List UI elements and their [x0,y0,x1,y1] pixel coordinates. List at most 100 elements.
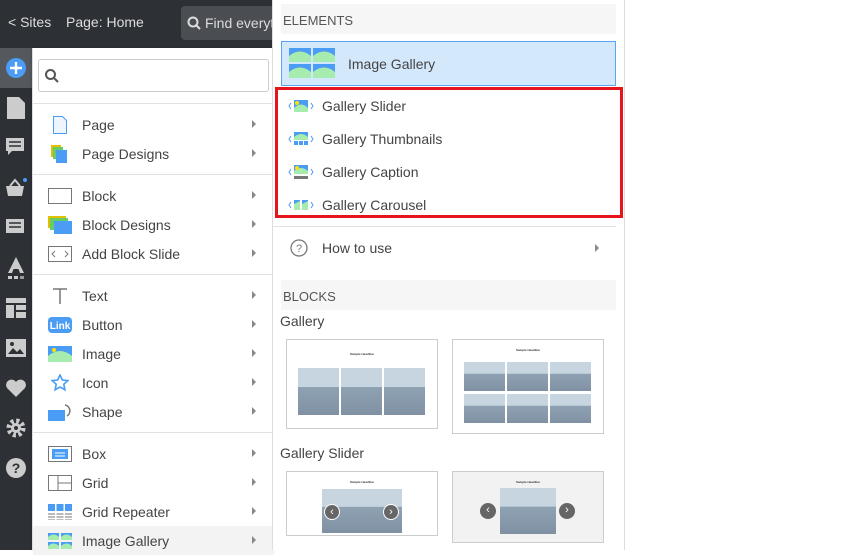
block-thumb-gallery-3[interactable]: Sample Headline [286,339,438,429]
block-thumb-slider-1[interactable]: Sample Headline ‹ › [286,471,438,536]
menu-item-block-designs[interactable]: Block Designs [33,210,274,239]
menu-item-label: Shape [82,403,123,420]
gear-icon[interactable] [4,416,28,440]
sample-headline: Sample Headline [349,352,374,356]
elements-header: ELEMENTS [281,4,616,34]
image-gallery-icon [48,532,72,549]
menu-item-label: Image Gallery [82,532,170,549]
menu-item-label: Icon [82,374,109,391]
top-bar: < Sites Page: Home Find everything [0,0,281,48]
highlight-box [275,87,623,218]
how-to-use-label: How to use [322,240,393,256]
search-icon [45,69,59,83]
menu-item-button[interactable]: Link Button [33,310,274,339]
block-group-title: Gallery [280,313,325,329]
menu-item-shape[interactable]: Shape [33,397,274,426]
page-icon [48,115,72,134]
menu-item-label: Grid [82,474,109,491]
menu-search-input[interactable] [38,59,269,92]
svg-text:?: ? [296,243,302,255]
box-icon [48,445,72,462]
chevron-right-icon [252,149,256,157]
image-gallery-icon [289,47,335,78]
sites-link[interactable]: < Sites [8,14,51,30]
svg-text:Link: Link [50,321,71,332]
menu-item-label: Block Designs [82,216,171,233]
menu-item-label: Page [82,116,115,133]
menu-item-label: Add Block Slide [82,245,181,262]
grid-icon [48,474,72,491]
menu-divider [33,174,274,175]
block-thumb-slider-2[interactable]: Sample Headline ‹ › [452,471,604,543]
menu-item-label: Page Designs [82,145,170,162]
menu-item-image[interactable]: Image [33,339,274,368]
block-group-title: Gallery Slider [280,445,365,461]
image-icon[interactable] [4,336,28,360]
chevron-right-icon [252,120,256,128]
menu-item-label: Block [82,187,117,204]
font-icon[interactable] [4,256,28,280]
menu-item-text[interactable]: Text [33,281,274,310]
menu-item-box[interactable]: Box [33,439,274,468]
find-search[interactable]: Find everything [181,6,281,40]
grid-repeater-icon [48,503,72,520]
chevron-right-icon [252,249,256,257]
menu-item-label: Box [82,445,107,462]
menu-item-label: Image [82,345,121,362]
chevron-right-icon [595,244,599,252]
store-basket-icon[interactable] [4,176,28,200]
chevron-right-icon [252,478,256,486]
menu-item-label: Grid Repeater [82,503,170,520]
add-block-slide-icon [48,245,72,262]
chevron-left-icon: ‹ [480,503,496,519]
chevron-right-icon [252,407,256,415]
chevron-right-icon: › [383,504,399,520]
heart-icon[interactable] [4,376,28,400]
block-thumb-gallery-6[interactable]: Sample Headline [452,339,604,434]
add-menu: Page Page Designs Block Block Designs Add Bl… [32,48,274,555]
menu-item-label: Text [82,287,108,304]
sample-headline: Sample Headline [515,480,540,484]
chevron-right-icon [252,220,256,228]
layout-icon[interactable] [4,296,28,320]
blocks-header: BLOCKS [281,280,616,310]
chevron-right-icon [252,378,256,386]
block-designs-icon [48,215,72,234]
sidebar-rail: ? [0,48,32,550]
menu-divider [33,103,274,104]
text-icon [48,287,72,304]
menu-item-label: Button [82,316,123,333]
sample-headline: Sample Headline [349,480,374,484]
comment-icon[interactable] [4,136,28,160]
menu-divider [33,432,274,433]
menu-item-icon[interactable]: Icon [33,368,274,397]
blog-icon[interactable] [4,216,28,240]
chevron-left-icon: ‹ [324,504,340,520]
chevron-right-icon [252,349,256,357]
elements-panel: ELEMENTS Image Gallery Gallery Slider Gal… [272,0,625,550]
element-image-gallery[interactable]: Image Gallery [281,41,616,86]
menu-item-image-gallery[interactable]: Image Gallery [33,526,274,555]
help-circle-icon: ? [290,239,308,257]
chevron-right-icon [252,291,256,299]
menu-item-page-designs[interactable]: Page Designs [33,139,274,168]
menu-item-block[interactable]: Block [33,181,274,210]
menu-item-grid[interactable]: Grid [33,468,274,497]
find-label: Find everything [205,15,281,31]
menu-item-page[interactable]: Page [33,110,274,139]
button-icon: Link [48,316,72,333]
chevron-right-icon [252,191,256,199]
menu-item-grid-repeater[interactable]: Grid Repeater [33,497,274,526]
page-label: Page: Home [66,14,144,30]
search-icon [187,16,201,30]
svg-text:?: ? [12,460,21,476]
add-icon[interactable] [4,56,28,80]
shape-icon [48,403,72,421]
how-to-use[interactable]: ? How to use [273,227,624,269]
help-icon[interactable]: ? [4,456,28,480]
menu-item-add-block-slide[interactable]: Add Block Slide [33,239,274,268]
chevron-right-icon [252,449,256,457]
sample-headline: Sample Headline [515,348,540,352]
page-designs-icon [48,144,72,163]
page-icon[interactable] [4,96,28,120]
